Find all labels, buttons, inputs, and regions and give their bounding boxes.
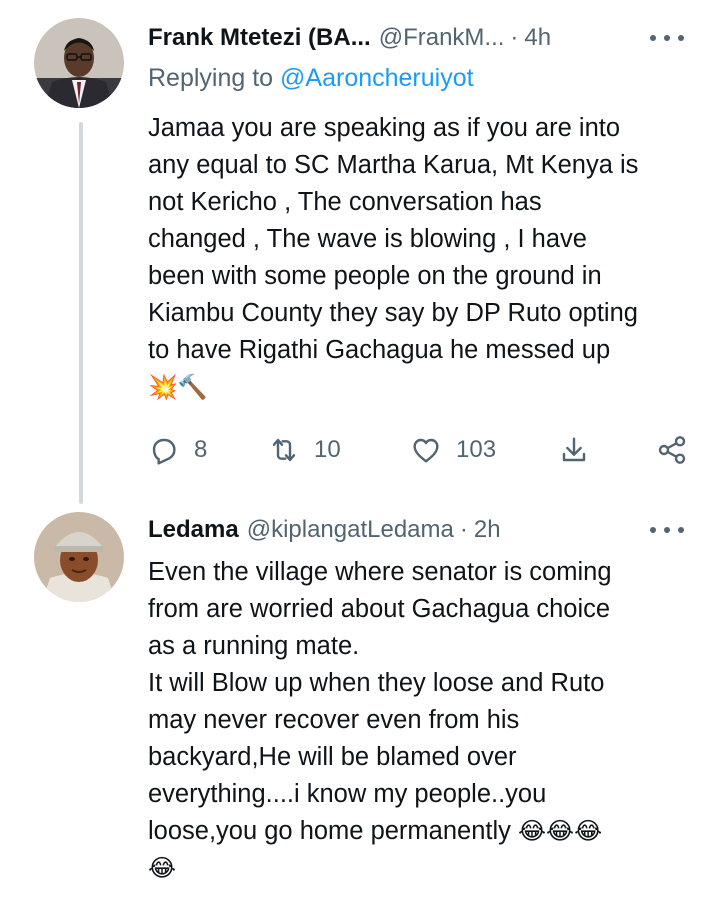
tweet-emoji: 😂😂😂 <box>517 817 603 845</box>
retweet-count: 10 <box>314 436 341 463</box>
reply-icon <box>152 438 176 465</box>
reply-count: 8 <box>194 436 208 463</box>
tweet-actions: 8 10 103 <box>148 428 694 472</box>
download-icon <box>562 437 586 462</box>
reply-button[interactable]: 8 <box>148 428 207 472</box>
more-icon[interactable] <box>650 520 684 540</box>
user-handle[interactable]: @FrankM... <box>379 24 505 52</box>
more-icon[interactable] <box>650 28 684 48</box>
like-count: 103 <box>456 436 497 463</box>
thread-connector-line <box>79 122 83 504</box>
timestamp[interactable]: 2h <box>474 516 501 544</box>
retweet-button[interactable]: 10 <box>268 428 341 472</box>
tweet-emoji: 💥🔨 <box>148 373 208 401</box>
avatar[interactable] <box>34 18 124 108</box>
tweet-body: Even the village where senator is coming… <box>148 558 612 845</box>
tweet-emoji-last-line: 😂 <box>148 854 177 882</box>
analytics-button[interactable] <box>558 428 590 472</box>
separator-dot: · <box>459 516 468 543</box>
share-icon <box>658 436 686 464</box>
tweet-header: Frank Mtetezi (BA... @FrankM... · 4h <box>148 20 684 56</box>
user-handle[interactable]: @kiplangatLedama <box>247 516 454 544</box>
tweet-text: Even the village where senator is coming… <box>148 554 698 887</box>
replying-to: Replying to @Aaroncheruiyot <box>148 64 474 93</box>
replying-to-label: Replying to <box>148 64 281 92</box>
tweet-header: Ledama @kiplangatLedama · 2h <box>148 512 684 548</box>
display-name[interactable]: Frank Mtetezi (BA... <box>148 24 371 52</box>
avatar[interactable] <box>34 512 124 602</box>
reply-to-mention-link[interactable]: @Aaroncheruiyot <box>280 64 474 92</box>
retweet-icon <box>272 438 296 462</box>
like-button[interactable]: 103 <box>410 428 496 472</box>
separator-dot: · <box>510 24 519 51</box>
display-name[interactable]: Ledama <box>148 516 239 544</box>
tweet-body: Jamaa you are speaking as if you are int… <box>148 114 639 364</box>
timestamp[interactable]: 4h <box>524 24 551 52</box>
heart-icon <box>413 438 439 463</box>
tweet-text: Jamaa you are speaking as if you are int… <box>148 110 698 406</box>
share-button[interactable] <box>656 428 688 472</box>
